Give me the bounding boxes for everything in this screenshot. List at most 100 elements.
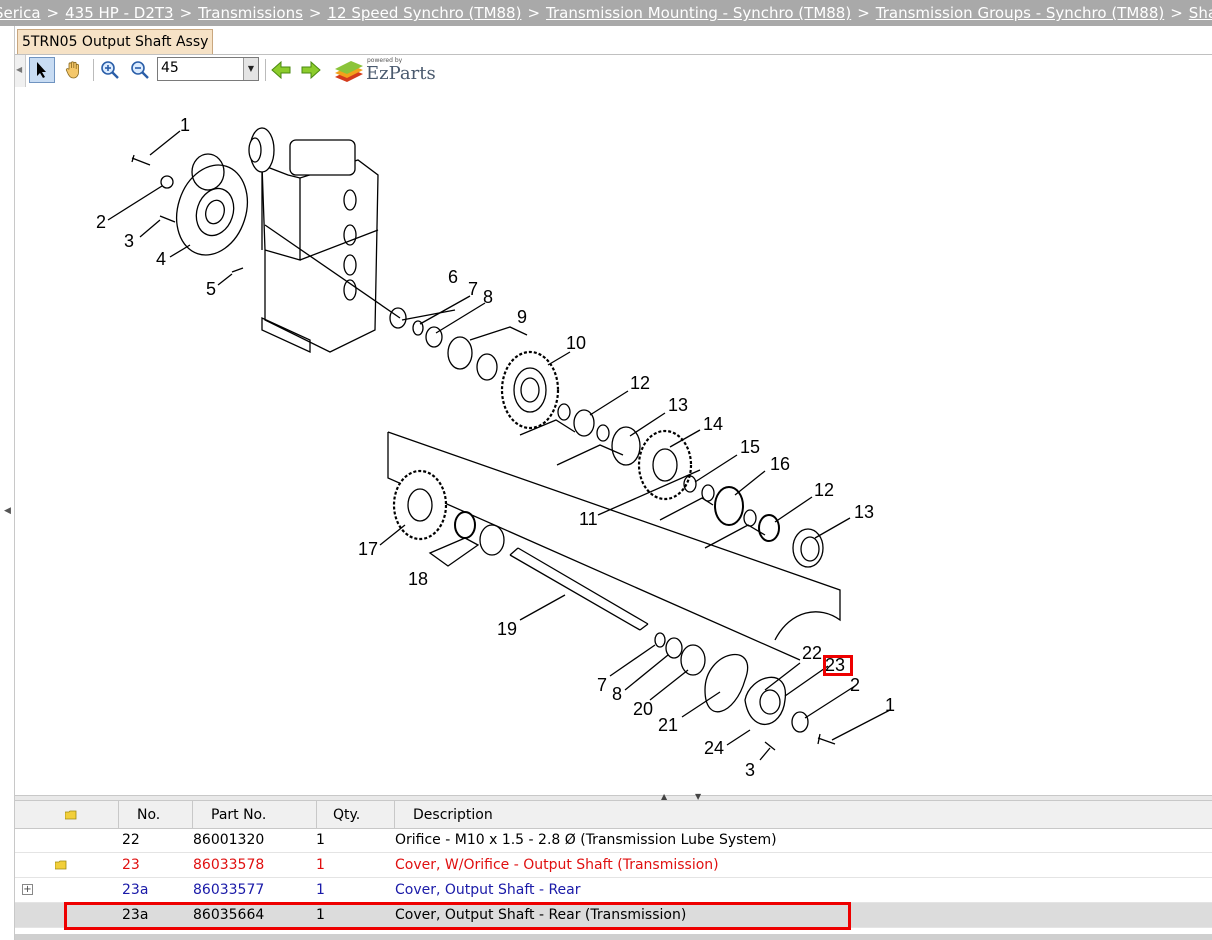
breadcrumb-link-speed-synchro[interactable]: 12 Speed Synchro (TM88) — [327, 4, 521, 22]
breadcrumb-separator: > — [857, 4, 870, 22]
breadcrumb-link-shaft-output[interactable]: Shaft, Output - S — [1189, 4, 1212, 22]
chevron-down-icon[interactable]: ▼ — [243, 58, 258, 80]
breadcrumb-separator: > — [46, 4, 60, 22]
cell-part-no: 86001320 — [193, 832, 265, 848]
callout-label[interactable]: 2 — [850, 675, 860, 695]
callout-label[interactable]: 5 — [206, 279, 216, 299]
zoom-level-select[interactable]: 45 ▼ — [157, 57, 259, 81]
tab-output-shaft-assy[interactable]: 5TRN05 Output Shaft Assy — [17, 29, 214, 54]
logo-text: EzParts — [366, 63, 436, 84]
pan-tool-button[interactable] — [61, 57, 87, 83]
zoom-out-icon — [131, 61, 149, 79]
callout-label[interactable]: 2 — [96, 212, 106, 232]
breadcrumb-link-transmission-groups[interactable]: Transmission Groups - Synchro (TM88) — [876, 4, 1164, 22]
callout-label[interactable]: 17 — [358, 539, 378, 559]
splitter-down-icon[interactable]: ▼ — [695, 792, 701, 801]
callout-label[interactable]: 10 — [566, 333, 586, 353]
callout-label[interactable]: 1 — [885, 695, 895, 715]
collapse-left-icon: ◀ — [16, 65, 23, 74]
zoom-out-button[interactable] — [127, 57, 153, 83]
cell-qty: 1 — [316, 857, 325, 873]
callout-highlight-box — [823, 655, 853, 676]
tab-bar: 5TRN05 Output Shaft Assy — [15, 26, 1212, 55]
toolbar-separator — [265, 59, 266, 81]
breadcrumb-link-model[interactable]: 435 HP - D2T3 — [65, 4, 173, 22]
callout-label[interactable]: 11 — [579, 509, 598, 529]
breadcrumb-link-serica[interactable]: Serica — [0, 4, 41, 22]
arrow-left-icon — [271, 60, 291, 80]
table-row[interactable]: 22 86001320 1 Orifice - M10 x 1.5 - 2.8 … — [15, 828, 1212, 853]
cell-description: Cover, Output Shaft - Rear — [395, 882, 581, 898]
callout-label[interactable]: 24 — [704, 738, 724, 758]
zoom-in-icon — [101, 61, 119, 79]
cell-qty: 1 — [316, 882, 325, 898]
table-row[interactable]: 23 86033578 1 Cover, W/Orifice - Output … — [15, 853, 1212, 878]
column-header-qty[interactable]: Qty. — [317, 801, 395, 828]
books-logo-icon — [335, 61, 363, 82]
callout-label[interactable]: 16 — [770, 454, 790, 474]
horizontal-scrollbar[interactable] — [15, 934, 1212, 940]
column-header-no[interactable]: No. — [119, 801, 193, 828]
row-highlight-box — [64, 902, 851, 930]
callout-label[interactable]: 13 — [854, 502, 874, 522]
collapse-arrow-icon[interactable]: ◀ — [4, 506, 11, 516]
splitter-up-icon[interactable]: ▲ — [661, 792, 667, 801]
callout-label[interactable]: 19 — [497, 619, 517, 639]
pointer-icon — [37, 62, 46, 78]
zoom-in-button[interactable] — [97, 57, 123, 83]
breadcrumb: Serica >435 HP - D2T3 > Transmissions >12 Sp… — [0, 0, 1212, 26]
table-header: No. Part No. Qty. Description — [15, 801, 1212, 829]
zoom-level-value: 45 — [161, 60, 179, 76]
breadcrumb-separator: > — [527, 4, 541, 22]
exploded-parts-diagram[interactable]: 1 2 3 4 5 6 7 8 9 10 12 13 14 15 16 11 1… — [15, 87, 1212, 795]
folder-icon — [55, 860, 67, 870]
breadcrumb-separator: > — [179, 4, 193, 22]
callout-label[interactable]: 15 — [740, 437, 760, 457]
housing-part — [261, 159, 379, 353]
callout-label[interactable]: 9 — [517, 307, 527, 327]
left-collapse-strip[interactable]: ◀ — [0, 26, 15, 940]
expand-icon[interactable]: + — [22, 884, 33, 895]
callout-label[interactable]: 7 — [468, 279, 478, 299]
callout-label[interactable]: 14 — [703, 414, 723, 434]
breadcrumb-link-transmission-mounting[interactable]: Transmission Mounting - Synchro (TM88) — [546, 4, 851, 22]
cell-description: Cover, W/Orifice - Output Shaft (Transmi… — [395, 857, 719, 873]
callout-label[interactable]: 22 — [802, 643, 822, 663]
callout-label[interactable]: 3 — [745, 760, 755, 780]
table-row[interactable]: + 23a 86033577 1 Cover, Output Shaft - R… — [15, 878, 1212, 903]
previous-button[interactable] — [268, 57, 294, 83]
arrow-right-icon — [301, 60, 321, 80]
cell-no: 22 — [122, 832, 140, 848]
toolbar: ◀ 45 ▼ powered by EzParts — [15, 55, 1212, 87]
cell-no: 23 — [122, 857, 140, 873]
callout-label[interactable]: 8 — [483, 287, 493, 307]
callout-label[interactable]: 4 — [156, 249, 166, 269]
callout-label[interactable]: 12 — [814, 480, 834, 500]
callout-label[interactable]: 1 — [180, 115, 190, 135]
callout-label[interactable]: 13 — [668, 395, 688, 415]
header-icon-column[interactable] — [15, 801, 119, 828]
callout-label[interactable]: 6 — [448, 267, 458, 287]
cell-part-no: 86033577 — [193, 882, 265, 898]
breadcrumb-link-transmissions[interactable]: Transmissions — [198, 4, 303, 22]
callout-label[interactable]: 21 — [658, 715, 678, 735]
next-button[interactable] — [298, 57, 324, 83]
hand-pan-icon — [65, 61, 79, 79]
callout-label[interactable]: 7 — [597, 675, 607, 695]
ezparts-logo: powered by EzParts — [333, 57, 443, 85]
callout-label[interactable]: 20 — [633, 699, 653, 719]
callout-label[interactable]: 8 — [612, 684, 622, 704]
cell-no: 23a — [122, 882, 149, 898]
column-header-description[interactable]: Description — [395, 801, 1212, 828]
folder-icon — [65, 810, 77, 820]
breadcrumb-separator: > — [308, 4, 322, 22]
pointer-tool-button[interactable] — [29, 57, 55, 83]
cell-description: Orifice - M10 x 1.5 - 2.8 Ø (Transmissio… — [395, 832, 777, 848]
callout-label[interactable]: 18 — [408, 569, 428, 589]
callout-label[interactable]: 12 — [630, 373, 650, 393]
column-header-part-no[interactable]: Part No. — [193, 801, 317, 828]
toolbar-separator — [93, 59, 94, 81]
callout-label[interactable]: 3 — [124, 231, 134, 251]
parts-diagram-viewer[interactable]: 1 2 3 4 5 6 7 8 9 10 12 13 14 15 16 11 1… — [15, 87, 1212, 795]
toolbar-collapse-handle[interactable]: ◀ — [15, 55, 26, 87]
